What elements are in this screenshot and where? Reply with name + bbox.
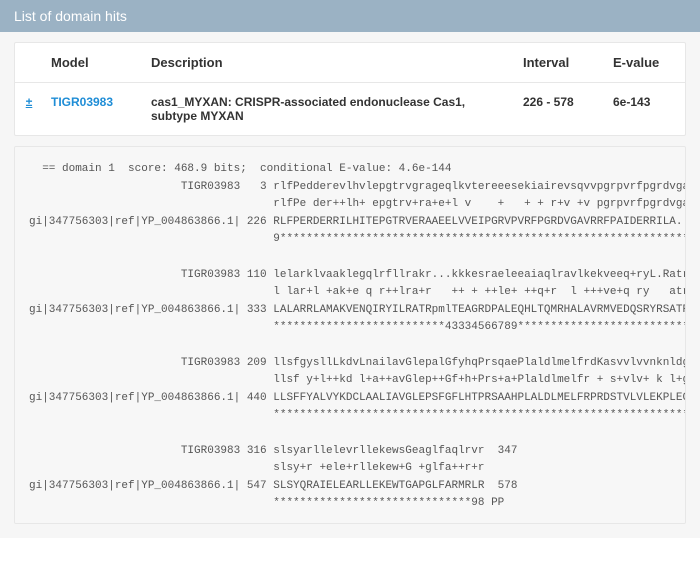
hits-table: Model Description Interval E-value ± TIG… bbox=[15, 43, 685, 135]
toggle-cell: ± bbox=[15, 83, 43, 136]
alignment-text: == domain 1 score: 468.9 bits; condition… bbox=[29, 161, 675, 513]
model-link[interactable]: TIGR03983 bbox=[51, 95, 113, 109]
expand-toggle[interactable]: ± bbox=[26, 95, 33, 109]
alignment-container[interactable]: == domain 1 score: 468.9 bits; condition… bbox=[14, 146, 686, 524]
domain-hits-panel: List of domain hits Model Description In… bbox=[0, 0, 700, 538]
col-description-header: Description bbox=[143, 43, 515, 83]
panel-body: Model Description Interval E-value ± TIG… bbox=[0, 32, 700, 538]
panel-title: List of domain hits bbox=[14, 8, 127, 24]
col-toggle-header bbox=[15, 43, 43, 83]
table-row: ± TIGR03983 cas1_MYXAN: CRISPR-associate… bbox=[15, 83, 685, 136]
col-interval-header: Interval bbox=[515, 43, 605, 83]
col-evalue-header: E-value bbox=[605, 43, 685, 83]
hits-header-row: Model Description Interval E-value bbox=[15, 43, 685, 83]
interval-cell: 226 - 578 bbox=[515, 83, 605, 136]
evalue-cell: 6e-143 bbox=[605, 83, 685, 136]
col-model-header: Model bbox=[43, 43, 143, 83]
model-cell: TIGR03983 bbox=[43, 83, 143, 136]
hits-table-container: Model Description Interval E-value ± TIG… bbox=[14, 42, 686, 136]
description-cell: cas1_MYXAN: CRISPR-associated endonuclea… bbox=[143, 83, 515, 136]
panel-header: List of domain hits bbox=[0, 0, 700, 32]
